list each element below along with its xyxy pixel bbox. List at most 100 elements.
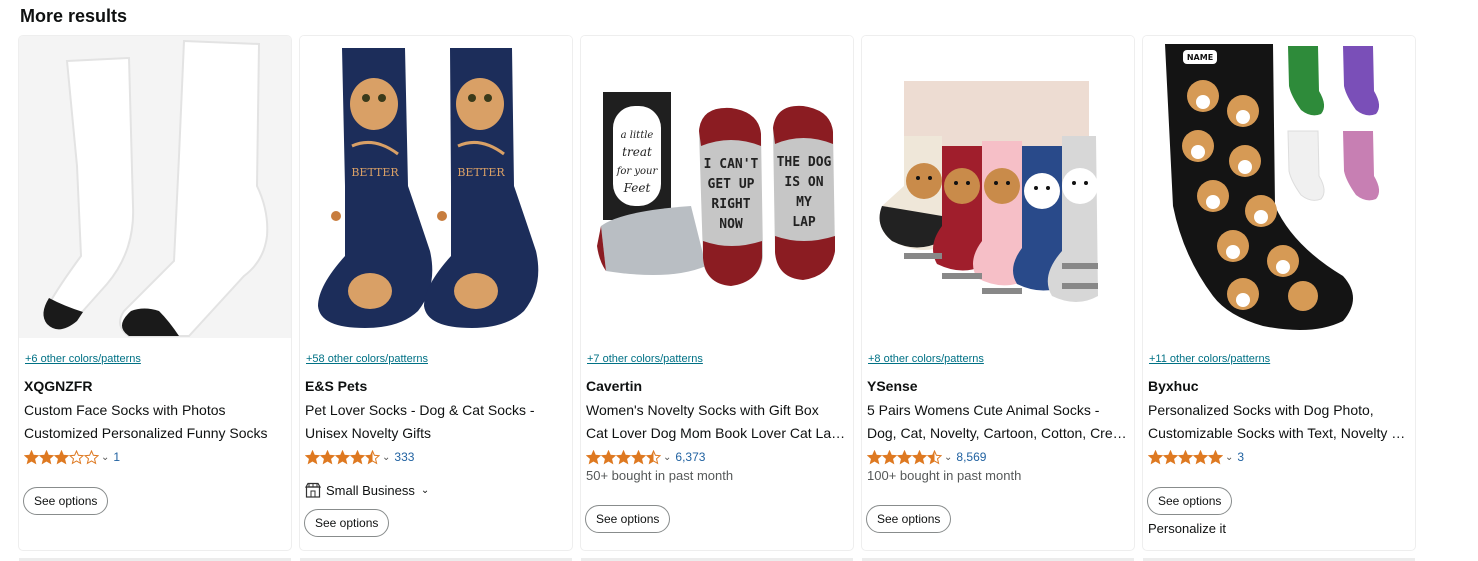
brand-name: YSense [867,378,918,394]
animal-socks-image [862,36,1134,338]
product-card[interactable]: a little treat for your Feet I CAN'T GET… [581,36,853,550]
product-title[interactable]: Women's Novelty Socks with Gift Box Cat … [586,399,848,445]
star-rating[interactable] [305,449,380,465]
review-count[interactable]: 3 [1237,450,1244,464]
storefront-icon [305,482,321,498]
product-title-line[interactable]: Customizable Socks with Text, Novelty Gi… [1148,422,1410,445]
star-icon [646,449,661,464]
cat-socks-image: BETTER BETTER [300,36,572,338]
novelty-socks-image: a little treat for your Feet I CAN'T GET… [581,36,853,338]
chevron-down-icon[interactable]: ⌄ [663,452,671,463]
chevron-down-icon[interactable]: ⌄ [382,452,390,463]
other-colors-link[interactable]: +7 other colors/patterns [587,353,703,365]
product-card[interactable]: NAME +11 other colors/patterns Byxhuc Pe… [1143,36,1415,550]
chevron-down-icon[interactable]: ⌄ [101,452,109,463]
product-image[interactable]: BETTER BETTER [300,36,572,338]
svg-text:for your: for your [616,166,659,177]
svg-text:NOW: NOW [719,217,743,232]
svg-text:GET UP: GET UP [708,177,755,192]
chevron-down-icon[interactable]: ⌄ [1225,452,1233,463]
review-count[interactable]: 6,373 [675,450,705,464]
other-colors-link[interactable]: +11 other colors/patterns [1149,353,1270,365]
white-socks-image [19,36,291,338]
other-colors-link[interactable]: +6 other colors/patterns [25,353,141,365]
svg-text:LAP: LAP [792,215,816,230]
svg-text:treat: treat [622,145,652,159]
product-title-line[interactable]: 5 Pairs Womens Cute Animal Socks - [867,399,1129,422]
review-count[interactable]: 8,569 [956,450,986,464]
product-title[interactable]: Custom Face Socks with Photos Customized… [24,399,286,445]
brand-name: Cavertin [586,378,643,394]
svg-text:I CAN'T: I CAN'T [704,157,759,172]
product-image[interactable] [19,36,291,338]
other-colors-link[interactable]: +58 other colors/patterns [306,353,428,365]
star-icon [882,449,897,464]
small-business-label[interactable]: Small Business [326,483,415,498]
star-rating[interactable] [1148,449,1223,465]
brand-name: Byxhuc [1148,378,1199,394]
svg-text:a little: a little [621,130,654,141]
star-icon [305,449,320,464]
star-icon [867,449,882,464]
star-icon [84,449,99,464]
review-count[interactable]: 333 [394,450,414,464]
star-icon [1163,449,1178,464]
product-title-line[interactable]: Unisex Novelty Gifts [305,422,567,445]
svg-text:BETTER: BETTER [457,166,505,179]
product-title-line[interactable]: Cat Lover Dog Mom Book Lover Cat Lady Gi… [586,422,848,445]
product-title[interactable]: Personalized Socks with Dog Photo, Custo… [1148,399,1410,445]
see-options-button[interactable]: See options [23,487,109,515]
chevron-down-icon[interactable]: ⌄ [421,485,429,496]
star-icon [320,449,335,464]
product-title[interactable]: 5 Pairs Womens Cute Animal Socks - Dog, … [867,399,1129,445]
product-title[interactable]: Pet Lover Socks - Dog & Cat Socks - Unis… [305,399,567,445]
dog-photo-socks-image: NAME [1143,36,1415,338]
see-options-button[interactable]: See options [866,505,952,533]
see-options-button[interactable]: See options [585,505,671,533]
star-icon [1178,449,1193,464]
star-rating[interactable] [586,449,661,465]
svg-text:RIGHT: RIGHT [711,197,750,212]
chevron-down-icon[interactable]: ⌄ [944,452,952,463]
brand-name: XQGNZFR [24,378,93,394]
star-rating[interactable] [867,449,942,465]
rating[interactable]: ⌄ 1 [24,448,120,466]
star-icon [24,449,39,464]
rating[interactable]: ⌄ 3 [1148,448,1244,466]
product-card[interactable]: BETTER BETTER +58 other colors/patterns … [300,36,572,550]
star-icon [335,449,350,464]
bought-in-past-month: 100+ bought in past month [867,468,1022,483]
star-icon [1148,449,1163,464]
product-title-line[interactable]: Women's Novelty Socks with Gift Box [586,399,848,422]
see-options-button[interactable]: See options [1147,487,1233,515]
product-title-line[interactable]: Custom Face Socks with Photos [24,399,286,422]
product-card[interactable]: +6 other colors/patterns XQGNZFR Custom … [19,36,291,550]
product-image[interactable]: NAME [1143,36,1415,338]
product-image[interactable] [862,36,1134,338]
bought-in-past-month: 50+ bought in past month [586,468,734,483]
product-title-line[interactable]: Customized Personalized Funny Socks [24,422,286,445]
review-count[interactable]: 1 [113,450,120,464]
rating[interactable]: ⌄ 333 [305,448,414,466]
star-icon [897,449,912,464]
rating[interactable]: ⌄ 8,569 [867,448,986,466]
star-icon [586,449,601,464]
star-icon [365,449,380,464]
rating[interactable]: ⌄ 6,373 [586,448,705,466]
svg-text:IS ON: IS ON [784,175,823,190]
small-business-badge[interactable]: Small Business ⌄ [305,482,429,498]
product-card[interactable]: +8 other colors/patterns YSense 5 Pairs … [862,36,1134,550]
personalize-it-label: Personalize it [1148,521,1227,536]
star-icon [1208,449,1223,464]
product-image[interactable]: a little treat for your Feet I CAN'T GET… [581,36,853,338]
product-title-line[interactable]: Pet Lover Socks - Dog & Cat Socks - [305,399,567,422]
star-icon [601,449,616,464]
other-colors-link[interactable]: +8 other colors/patterns [868,353,984,365]
star-icon [927,449,942,464]
svg-text:BETTER: BETTER [351,166,399,179]
star-icon [912,449,927,464]
product-title-line[interactable]: Dog, Cat, Novelty, Cartoon, Cotton, Crew… [867,422,1129,445]
star-rating[interactable] [24,449,99,465]
product-title-line[interactable]: Personalized Socks with Dog Photo, [1148,399,1410,422]
see-options-button[interactable]: See options [304,509,390,537]
